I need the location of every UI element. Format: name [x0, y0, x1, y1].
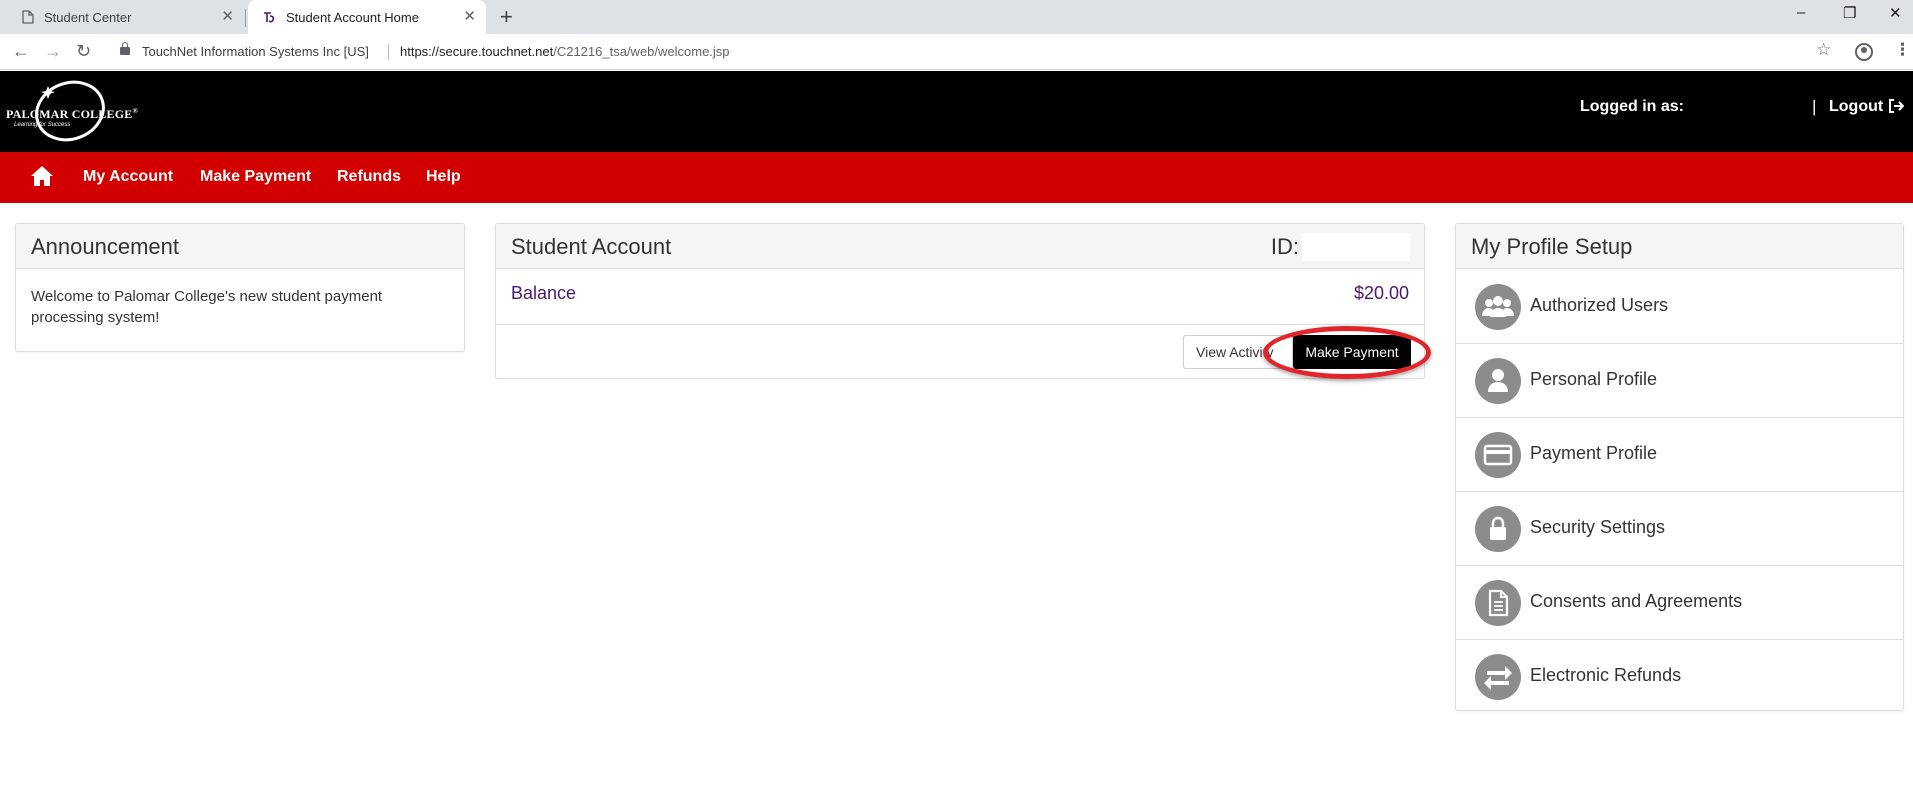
- profile-item-label: Payment Profile: [1530, 443, 1658, 463]
- panel-heading: Announcement: [16, 224, 464, 269]
- tab-separator: [245, 9, 246, 27]
- student-id-label: ID:: [1270, 234, 1299, 259]
- close-tab-icon[interactable]: ✕: [221, 9, 234, 25]
- profile-item-label: Security Settings: [1530, 517, 1666, 537]
- palomar-college-logo[interactable]: PALOMAR COLLEGE® Learning for Success: [6, 79, 138, 143]
- profile-item-authorized-users[interactable]: Authorized Users: [1456, 270, 1903, 344]
- minimize-window-button[interactable]: –: [1797, 4, 1805, 21]
- profile-avatar-icon[interactable]: [1855, 43, 1873, 61]
- logo-tagline: Learning for Success: [14, 122, 71, 128]
- url-host: https://secure.touchnet.net: [400, 44, 554, 59]
- student-account-panel: Student Account ID: Balance $20.00 View …: [495, 223, 1425, 379]
- bookmark-star-icon[interactable]: ☆: [1816, 40, 1831, 60]
- tab-student-account-home[interactable]: Student Account Home ✕: [248, 0, 486, 34]
- home-icon[interactable]: [30, 165, 54, 187]
- restore-window-button[interactable]: ❐: [1843, 4, 1856, 22]
- refund-icon: [1475, 654, 1521, 700]
- profile-setup-title: My Profile Setup: [1471, 234, 1633, 259]
- nav-refunds[interactable]: Refunds: [337, 168, 401, 186]
- logo-registered: ®: [132, 107, 138, 115]
- profile-setup-panel: My Profile Setup Authorized Users Person…: [1455, 223, 1904, 711]
- credit-card-icon: [1475, 432, 1521, 478]
- profile-item-consents-agreements[interactable]: Consents and Agreements: [1456, 566, 1903, 640]
- balance-amount[interactable]: $20.00: [1354, 283, 1409, 304]
- announcement-text: Welcome to Palomar College's new student…: [31, 288, 383, 326]
- logout-link[interactable]: Logout: [1829, 98, 1883, 116]
- make-payment-button[interactable]: Make Payment: [1293, 335, 1411, 369]
- profile-item-payment-profile[interactable]: Payment Profile: [1456, 418, 1903, 492]
- profile-item-label: Consents and Agreements: [1530, 591, 1743, 611]
- logged-in-label: Logged in as:: [1580, 98, 1684, 115]
- reload-button[interactable]: ↻: [76, 41, 91, 61]
- header-separator: |: [1812, 97, 1817, 116]
- new-tab-button[interactable]: +: [500, 4, 513, 30]
- profile-item-label: Personal Profile: [1530, 369, 1658, 389]
- logo-text: PALOMAR COLLEGE®: [6, 107, 138, 122]
- user-icon: [1475, 358, 1521, 404]
- student-id-value: [1302, 233, 1410, 261]
- browser-tab-strip: Student Center ✕ Student Account Home ✕ …: [0, 0, 1913, 34]
- divider: [388, 44, 389, 60]
- tab-title: Student Center: [44, 9, 132, 25]
- page-icon: [22, 10, 34, 24]
- tab-title: Student Account Home: [286, 9, 419, 25]
- certificate-label[interactable]: TouchNet Information Systems Inc [US]: [142, 44, 369, 59]
- close-tab-icon[interactable]: ✕: [463, 9, 476, 25]
- panel-heading: Student Account ID:: [496, 224, 1424, 269]
- nav-my-account[interactable]: My Account: [83, 168, 173, 186]
- profile-item-label: Authorized Users: [1530, 295, 1669, 315]
- nav-help[interactable]: Help: [426, 168, 461, 186]
- lock-icon[interactable]: [120, 42, 130, 55]
- announcement-title: Announcement: [31, 234, 179, 259]
- site-header: PALOMAR COLLEGE® Learning for Success Lo…: [0, 71, 1913, 152]
- sign-out-icon[interactable]: [1888, 98, 1905, 117]
- close-window-button[interactable]: ✕: [1889, 4, 1902, 22]
- users-icon: [1475, 284, 1521, 330]
- tab-student-center[interactable]: Student Center ✕: [10, 0, 244, 34]
- forward-button[interactable]: →: [44, 41, 62, 61]
- lock-icon: [1475, 506, 1521, 552]
- url-text[interactable]: https://secure.touchnet.net/C21216_tsa/w…: [400, 44, 730, 59]
- logo-name: PALOMAR COLLEGE: [6, 107, 133, 121]
- touchnet-favicon-icon: [264, 12, 275, 23]
- profile-item-label: Electronic Refunds: [1530, 665, 1682, 685]
- profile-item-personal-profile[interactable]: Personal Profile: [1456, 344, 1903, 418]
- browser-menu-icon[interactable]: ⋮: [1894, 40, 1911, 60]
- profile-item-security-settings[interactable]: Security Settings: [1456, 492, 1903, 566]
- panel-heading: My Profile Setup: [1456, 224, 1903, 269]
- student-account-title: Student Account: [511, 234, 672, 259]
- profile-item-electronic-refunds[interactable]: Electronic Refunds: [1456, 640, 1903, 714]
- nav-make-payment[interactable]: Make Payment: [200, 168, 311, 186]
- address-bar[interactable]: TouchNet Information Systems Inc [US] ht…: [108, 38, 1843, 66]
- document-icon: [1475, 580, 1521, 626]
- balance-label[interactable]: Balance: [511, 283, 576, 304]
- back-button[interactable]: ←: [12, 41, 30, 61]
- announcement-panel: Announcement Welcome to Palomar College'…: [15, 223, 465, 352]
- balance-row[interactable]: Balance $20.00: [496, 270, 1424, 325]
- url-path: /C21216_tsa/web/welcome.jsp: [553, 44, 730, 59]
- view-activity-button[interactable]: View Activity: [1183, 335, 1293, 369]
- main-navigation: My Account Make Payment Refunds Help: [0, 152, 1913, 203]
- browser-toolbar: ← → ↻ TouchNet Information Systems Inc […: [0, 34, 1913, 70]
